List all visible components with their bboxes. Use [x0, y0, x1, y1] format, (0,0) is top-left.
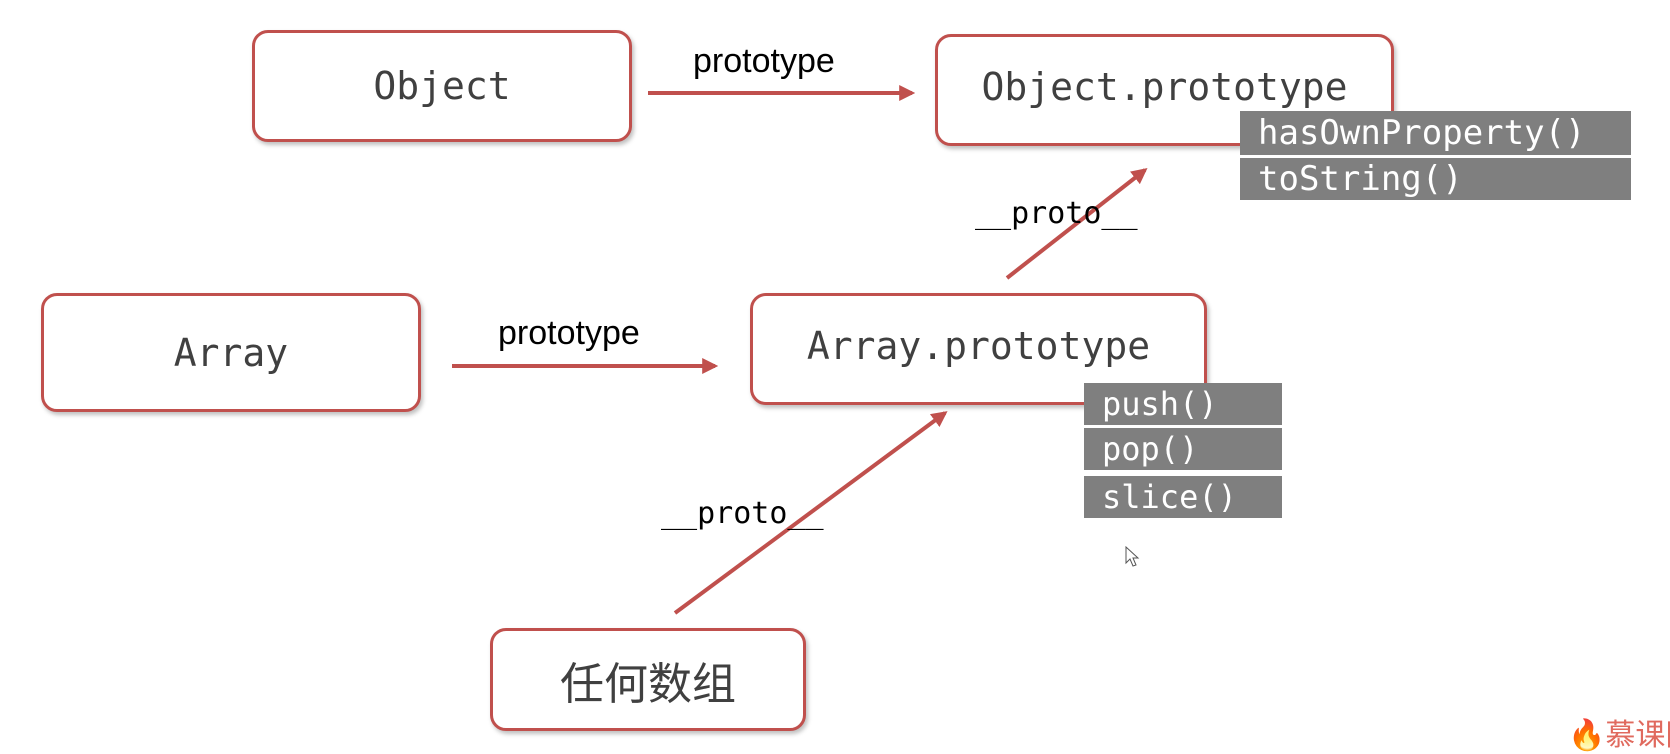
node-object-label: Object — [373, 64, 511, 108]
mouse-cursor-icon — [1125, 546, 1140, 567]
edge-label-array-proto-to-object-proto: __proto__ — [975, 196, 1138, 231]
node-any-array: 任何数组 — [490, 628, 806, 731]
node-array-prototype-label: Array.prototype — [806, 324, 1151, 368]
node-object-prototype-label: Object.prototype — [981, 65, 1348, 109]
flame-icon: 🔥 — [1568, 718, 1606, 753]
edge-label-object-prototype: prototype — [693, 42, 835, 80]
method-to-string: toString() — [1240, 158, 1631, 200]
edge-label-array-prototype: prototype — [498, 314, 640, 352]
method-push: push() — [1084, 383, 1282, 425]
method-has-own-property: hasOwnProperty() — [1240, 111, 1631, 155]
node-array: Array — [41, 293, 421, 412]
method-pop: pop() — [1084, 428, 1282, 470]
watermark-logo: 🔥慕课网 — [1568, 710, 1670, 754]
watermark-text: 慕课网 — [1605, 718, 1670, 753]
method-slice: slice() — [1084, 476, 1282, 518]
node-any-array-label: 任何数组 — [560, 658, 736, 710]
node-array-label: Array — [173, 330, 289, 375]
edge-label-any-array-proto: __proto__ — [661, 496, 824, 531]
node-object: Object — [252, 30, 632, 142]
